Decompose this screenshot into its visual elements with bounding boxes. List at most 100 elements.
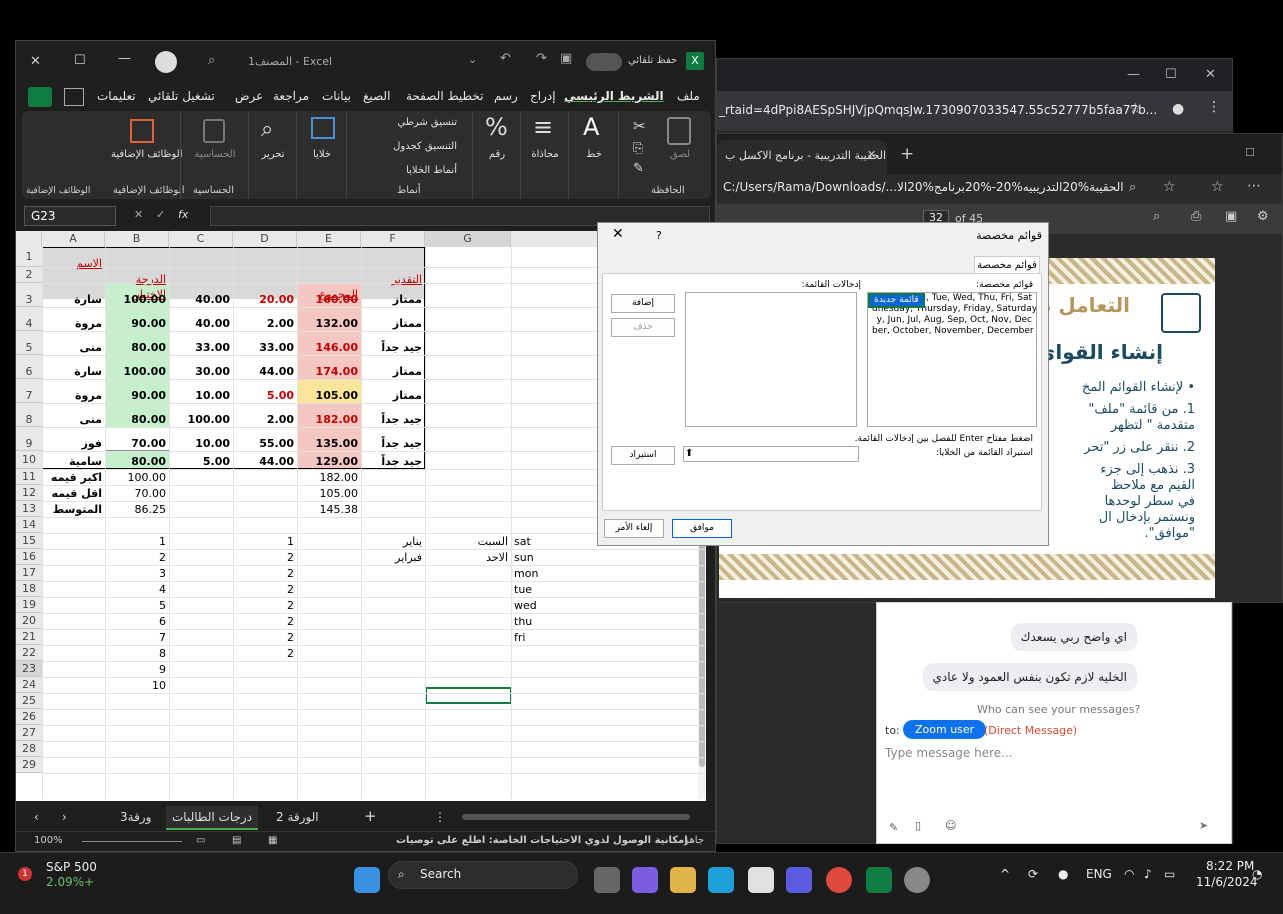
search-icon[interactable]: ⌕ bbox=[208, 53, 215, 68]
grade-cell[interactable]: 100.00 bbox=[105, 364, 169, 379]
grade-cell[interactable]: 90.00 bbox=[105, 316, 169, 331]
copy-icon[interactable]: ⎘ bbox=[633, 141, 643, 156]
day-cell[interactable]: السبت bbox=[425, 534, 511, 549]
row-header[interactable]: 1 bbox=[16, 247, 42, 267]
score-cell[interactable]: 10.00 bbox=[169, 388, 233, 403]
emoji-icon[interactable]: ☺ bbox=[945, 819, 956, 832]
day-cell[interactable]: mon bbox=[511, 566, 706, 581]
task-view-icon[interactable] bbox=[594, 867, 620, 893]
month-cell[interactable]: فبراير bbox=[361, 550, 425, 565]
student-name[interactable]: سارة bbox=[42, 292, 105, 307]
customize-icon[interactable]: ⌄ bbox=[468, 53, 477, 66]
stat-cell[interactable]: 145.38 bbox=[297, 502, 361, 517]
row-header[interactable]: 13 bbox=[16, 501, 42, 517]
total-cell[interactable]: 105.00 bbox=[297, 388, 361, 403]
sequence-cell[interactable]: 1 bbox=[105, 534, 169, 549]
student-name[interactable]: مروة bbox=[42, 388, 105, 403]
import-button[interactable]: استيراد bbox=[611, 446, 675, 465]
menu-formulas[interactable]: الصيغ bbox=[363, 89, 390, 103]
row-header[interactable]: 27 bbox=[16, 725, 42, 741]
save-icon[interactable]: ▣ bbox=[1225, 209, 1237, 224]
stat-cell[interactable]: 105.00 bbox=[297, 486, 361, 501]
ok-button[interactable]: موافق bbox=[672, 519, 732, 538]
menu-insert[interactable]: إدراج bbox=[530, 89, 556, 103]
store-icon[interactable] bbox=[748, 867, 774, 893]
conditional-format-button[interactable]: تنسيق شرطي bbox=[365, 117, 457, 128]
row-header[interactable]: 9 bbox=[16, 427, 42, 451]
menu-automate[interactable]: تشغيل تلقائي bbox=[148, 89, 215, 103]
rating-cell[interactable]: ممتاز bbox=[361, 292, 425, 307]
save-icon[interactable]: ▣ bbox=[560, 51, 572, 66]
redo-icon[interactable]: ↷ bbox=[536, 51, 547, 66]
cell-styles-button[interactable]: أنماط الخلايا bbox=[365, 165, 457, 176]
score-cell[interactable]: 5.00 bbox=[169, 454, 233, 469]
send-icon[interactable]: ➤ bbox=[1199, 819, 1208, 832]
score-cell[interactable]: 33.00 bbox=[169, 340, 233, 355]
add-button[interactable]: إضافة bbox=[611, 294, 675, 313]
edge-tab-pdf[interactable]: الحقيبة التدريبية - برنامج الاكسل ب bbox=[717, 140, 887, 174]
score-cell[interactable]: 100.00 bbox=[169, 412, 233, 427]
grade-cell[interactable]: 80.00 bbox=[105, 340, 169, 355]
add-sheet-button[interactable]: + bbox=[364, 807, 377, 825]
cancel-button[interactable]: إلغاء الأمر bbox=[604, 519, 664, 538]
comments-icon[interactable] bbox=[64, 88, 84, 106]
avatar[interactable] bbox=[155, 51, 177, 73]
page-view-icon[interactable]: ▭ bbox=[196, 835, 205, 846]
row-header[interactable]: 24 bbox=[16, 677, 42, 693]
stat-cell[interactable]: 100.00 bbox=[105, 470, 169, 485]
rating-cell[interactable]: جيد جداً bbox=[361, 454, 425, 469]
select-all-corner[interactable] bbox=[16, 231, 42, 247]
sequence-cell[interactable]: 2 bbox=[233, 598, 297, 613]
sequence-cell[interactable]: 2 bbox=[105, 550, 169, 565]
total-cell[interactable]: 132.00 bbox=[297, 316, 361, 331]
delete-button[interactable]: حذف bbox=[611, 318, 675, 337]
row-header[interactable]: 17 bbox=[16, 565, 42, 581]
wifi-icon[interactable]: ◠ bbox=[1124, 867, 1134, 881]
layout-view-icon[interactable]: ▤ bbox=[232, 835, 241, 846]
recipient-button[interactable]: Zoom user bbox=[903, 720, 987, 739]
total-cell[interactable]: 135.00 bbox=[297, 436, 361, 451]
maximize-icon[interactable]: ☐ bbox=[74, 53, 86, 68]
sensitivity-button[interactable]: الحساسية bbox=[187, 149, 243, 160]
menu-data[interactable]: بيانات bbox=[322, 89, 351, 103]
list-item[interactable]: قائمة جديدة bbox=[868, 293, 925, 308]
grade-cell[interactable]: 100.00 bbox=[105, 292, 169, 307]
name-box[interactable]: G23 bbox=[24, 206, 116, 226]
copilot-icon[interactable] bbox=[632, 867, 658, 893]
row-header[interactable]: 12 bbox=[16, 485, 42, 501]
format-icon[interactable]: ✎ bbox=[889, 821, 898, 834]
row-header[interactable]: 10 bbox=[16, 451, 42, 469]
total-cell[interactable]: 182.00 bbox=[297, 412, 361, 427]
chrome-url[interactable]: _rtaid=4dPpi8AESpSHJVjpQmqsJw.1730907033… bbox=[719, 103, 1157, 117]
accessibility-status[interactable]: إمكانية الوصول لذوي الاحتياجات الخاصة: ا… bbox=[396, 835, 688, 846]
tab-custom-lists[interactable]: قوائم مخصصة bbox=[974, 256, 1040, 274]
rating-cell[interactable]: ممتاز bbox=[361, 388, 425, 403]
student-name[interactable]: فوز bbox=[42, 436, 105, 451]
sequence-cell[interactable]: 2 bbox=[233, 630, 297, 645]
print-icon[interactable]: ⎙ bbox=[1191, 209, 1201, 224]
score-cell[interactable]: 33.00 bbox=[233, 340, 297, 355]
close-icon[interactable]: ✕ bbox=[30, 54, 41, 69]
month-cell[interactable]: يناير bbox=[361, 534, 425, 549]
chrome-address-bar[interactable]: _rtaid=4dPpi8AESpSHJVjpQmqsJw.1730907033… bbox=[717, 91, 1232, 131]
search-icon[interactable]: ⌕ bbox=[1153, 209, 1160, 224]
sync-icon[interactable]: ⟳ bbox=[1028, 867, 1038, 881]
row-header[interactable]: 8 bbox=[16, 403, 42, 427]
excel-icon[interactable] bbox=[866, 867, 892, 893]
search-icon[interactable]: ⌕ bbox=[1129, 180, 1136, 195]
sequence-cell[interactable]: 1 bbox=[233, 534, 297, 549]
rating-cell[interactable]: جيد جداً bbox=[361, 436, 425, 451]
stat-cell[interactable]: 86.25 bbox=[105, 502, 169, 517]
zoom-level[interactable]: 100% bbox=[34, 835, 63, 846]
menu-page-layout[interactable]: تخطيط الصفحة bbox=[406, 89, 483, 103]
format-as-table-button[interactable]: التنسيق كجدول bbox=[365, 141, 457, 152]
collapse-icon[interactable]: ⬆ bbox=[685, 448, 693, 459]
total-cell[interactable]: 160.00 bbox=[297, 292, 361, 307]
rating-cell[interactable]: ممتاز bbox=[361, 316, 425, 331]
stat-label[interactable]: اكبر قيمه bbox=[42, 470, 105, 485]
score-cell[interactable]: 20.00 bbox=[233, 292, 297, 307]
help-icon[interactable]: ? bbox=[656, 229, 662, 242]
close-icon[interactable]: ✕ bbox=[612, 226, 624, 242]
column-header[interactable]: E bbox=[297, 231, 361, 247]
score-cell[interactable]: 2.00 bbox=[233, 316, 297, 331]
